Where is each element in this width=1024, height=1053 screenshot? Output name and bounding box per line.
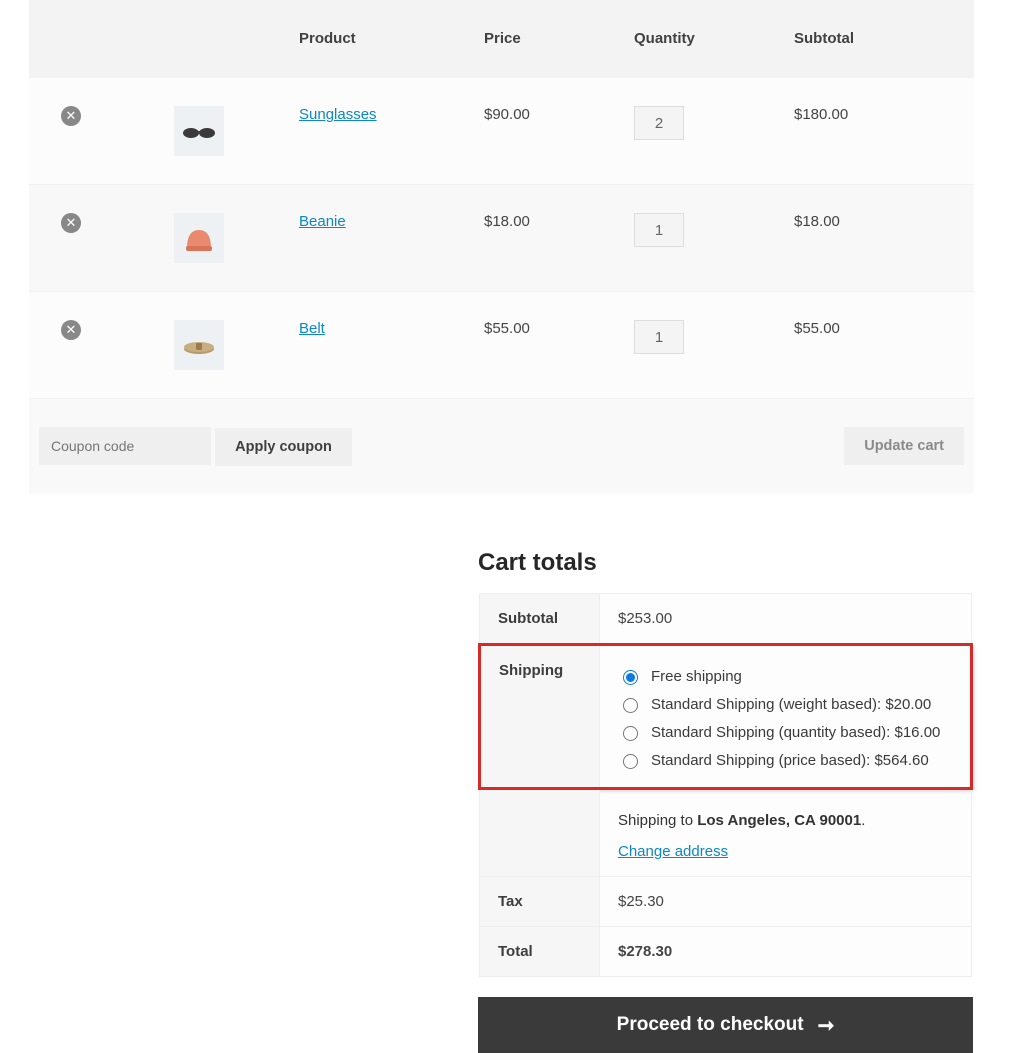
- cart-actions: Apply coupon Update cart: [29, 399, 974, 495]
- header-subtotal: Subtotal: [784, 0, 974, 78]
- beanie-icon: [179, 218, 219, 258]
- quantity-input[interactable]: [634, 213, 684, 247]
- sunglasses-icon: [179, 111, 219, 151]
- update-cart-button[interactable]: Update cart: [844, 427, 964, 465]
- table-row: ✕ Beanie $18.00 $18.00: [29, 185, 974, 292]
- coupon-input[interactable]: [39, 427, 211, 465]
- subtotal-value: $253.00: [600, 594, 972, 645]
- shipping-option-label: Free shipping: [651, 668, 742, 685]
- change-address-link[interactable]: Change address: [618, 843, 728, 860]
- shipping-radio[interactable]: [623, 754, 638, 769]
- product-thumbnail[interactable]: [174, 106, 224, 156]
- shipping-destination: Shipping to Los Angeles, CA 90001.: [618, 812, 953, 829]
- shipping-option-label: Standard Shipping (price based): $564.60: [651, 752, 929, 769]
- shipping-label: Shipping: [480, 645, 600, 789]
- table-row: ✕ Sunglasses $90.00 $180.00: [29, 78, 974, 185]
- arrow-right-icon: ➞: [818, 1013, 835, 1038]
- remove-item-button[interactable]: ✕: [61, 106, 81, 126]
- shipping-section-highlight: Shipping Free shipping Standard Shipping…: [480, 645, 972, 789]
- tax-label: Tax: [480, 877, 600, 927]
- item-subtotal: $180.00: [784, 78, 974, 185]
- shipping-radio[interactable]: [623, 698, 638, 713]
- shipping-option[interactable]: Standard Shipping (price based): $564.60: [618, 751, 952, 769]
- total-label: Total: [480, 927, 600, 977]
- table-row: ✕ Belt $55.00 $55.00: [29, 292, 974, 399]
- checkout-label: Proceed to checkout: [617, 1014, 804, 1036]
- quantity-input[interactable]: [634, 106, 684, 140]
- tax-value: $25.30: [600, 877, 972, 927]
- remove-item-button[interactable]: ✕: [61, 213, 81, 233]
- shipping-option[interactable]: Free shipping: [618, 667, 952, 685]
- cart-table: Product Price Quantity Subtotal ✕ Sungla…: [29, 0, 974, 494]
- item-price: $18.00: [474, 185, 624, 292]
- cart-totals-heading: Cart totals: [478, 549, 973, 577]
- shipping-radio[interactable]: [623, 726, 638, 741]
- shipping-radio[interactable]: [623, 670, 638, 685]
- remove-item-button[interactable]: ✕: [61, 320, 81, 340]
- header-quantity: Quantity: [624, 0, 784, 78]
- apply-coupon-button[interactable]: Apply coupon: [215, 428, 352, 466]
- product-link[interactable]: Sunglasses: [299, 106, 377, 123]
- quantity-input[interactable]: [634, 320, 684, 354]
- item-subtotal: $55.00: [784, 292, 974, 399]
- proceed-to-checkout-button[interactable]: Proceed to checkout ➞: [478, 997, 973, 1053]
- belt-icon: [179, 325, 219, 365]
- product-link[interactable]: Beanie: [299, 213, 346, 230]
- shipping-option[interactable]: Standard Shipping (weight based): $20.00: [618, 695, 952, 713]
- item-price: $55.00: [474, 292, 624, 399]
- header-product: Product: [289, 0, 474, 78]
- cart-totals: Cart totals Subtotal $253.00 Shipping Fr…: [478, 549, 973, 1053]
- shipping-option-label: Standard Shipping (weight based): $20.00: [651, 696, 931, 713]
- shipping-option-label: Standard Shipping (quantity based): $16.…: [651, 724, 940, 741]
- product-link[interactable]: Belt: [299, 320, 325, 337]
- product-thumbnail[interactable]: [174, 213, 224, 263]
- item-price: $90.00: [474, 78, 624, 185]
- shipping-option[interactable]: Standard Shipping (quantity based): $16.…: [618, 723, 952, 741]
- item-subtotal: $18.00: [784, 185, 974, 292]
- subtotal-label: Subtotal: [480, 594, 600, 645]
- header-price: Price: [474, 0, 624, 78]
- total-value: $278.30: [600, 927, 972, 977]
- product-thumbnail[interactable]: [174, 320, 224, 370]
